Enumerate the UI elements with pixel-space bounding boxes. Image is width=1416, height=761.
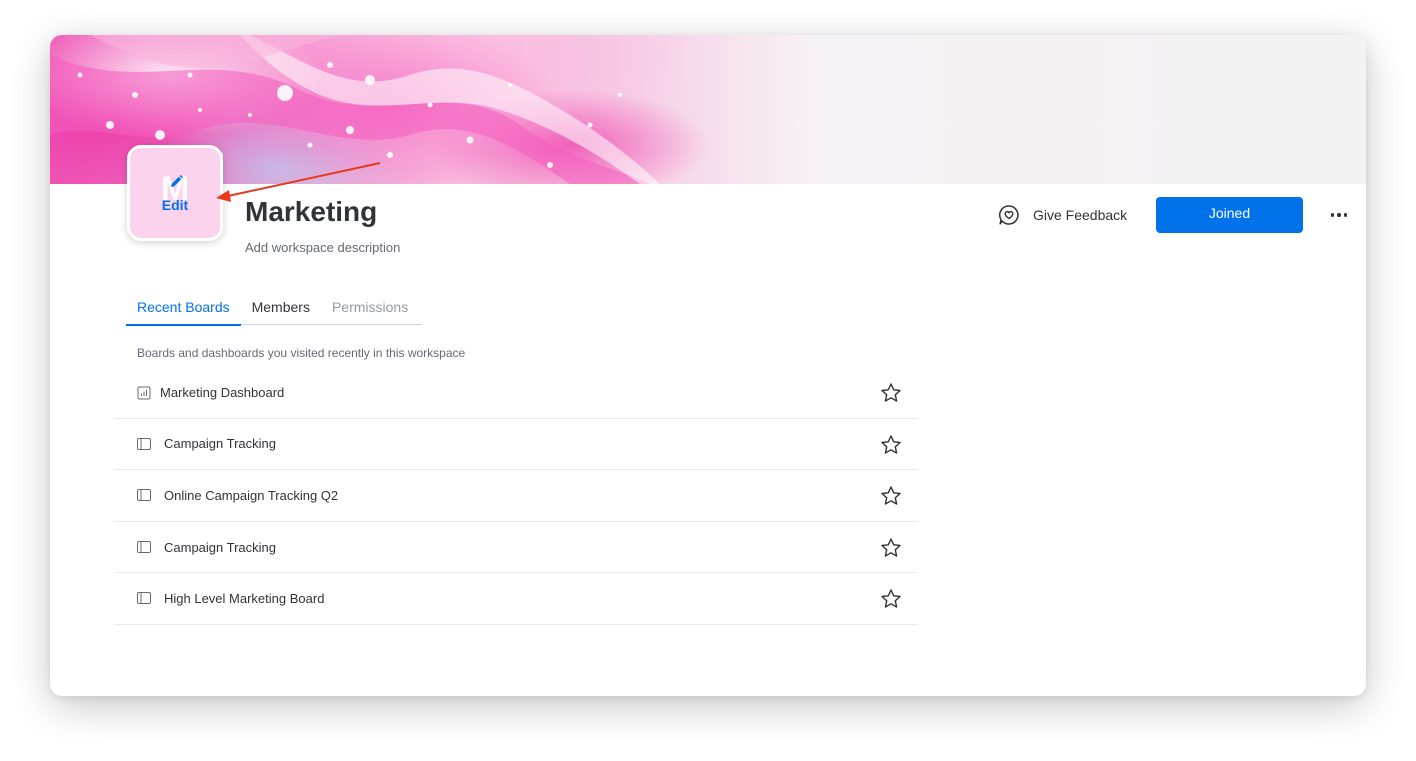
heart-chat-icon: [998, 204, 1020, 226]
board-icon: [137, 489, 151, 502]
board-icon: [137, 592, 151, 605]
more-dots-icon[interactable]: [1327, 203, 1351, 227]
board-icon: [137, 437, 151, 450]
board-icon: [137, 540, 151, 553]
star-icon[interactable]: [880, 485, 902, 507]
star-icon[interactable]: [880, 382, 902, 404]
star-icon[interactable]: [880, 588, 902, 610]
board-name: Campaign Tracking: [164, 539, 276, 555]
recent-boards-list: Marketing Dashboard Campaign Tracking On…: [114, 367, 918, 625]
give-feedback-label: Give Feedback: [1033, 207, 1128, 223]
joined-button[interactable]: Joined: [1156, 197, 1303, 233]
workspace-description[interactable]: Add workspace description: [245, 240, 400, 255]
board-name: High Level Marketing Board: [164, 591, 325, 607]
list-item[interactable]: Marketing Dashboard: [114, 367, 918, 419]
workspace-tabs: Recent Boards Members Permissions: [126, 299, 422, 326]
tab-recent-boards[interactable]: Recent Boards: [126, 299, 241, 326]
workspace-window: M Edit Marketing Add workspace descripti…: [50, 35, 1366, 696]
star-icon[interactable]: [880, 434, 902, 456]
board-name: Online Campaign Tracking Q2: [164, 487, 339, 503]
tab-members[interactable]: Members: [241, 299, 321, 325]
board-name: Marketing Dashboard: [160, 384, 285, 400]
list-item[interactable]: Campaign Tracking: [114, 522, 918, 574]
pencil-icon: [168, 174, 184, 195]
list-item[interactable]: High Level Marketing Board: [114, 573, 918, 625]
tab-permissions[interactable]: Permissions: [321, 299, 419, 325]
dashboard-icon: [137, 386, 151, 400]
workspace-avatar-edit[interactable]: M Edit: [127, 145, 223, 241]
list-item[interactable]: Campaign Tracking: [114, 419, 918, 471]
workspace-cover-image: [50, 35, 1366, 184]
give-feedback-button[interactable]: Give Feedback: [998, 203, 1127, 227]
avatar-edit-label: Edit: [161, 197, 189, 213]
board-name: Campaign Tracking: [164, 436, 276, 452]
star-icon[interactable]: [880, 537, 902, 559]
workspace-title[interactable]: Marketing: [245, 196, 377, 228]
list-item[interactable]: Online Campaign Tracking Q2: [114, 470, 918, 522]
recent-boards-subtitle: Boards and dashboards you visited recent…: [137, 346, 466, 360]
